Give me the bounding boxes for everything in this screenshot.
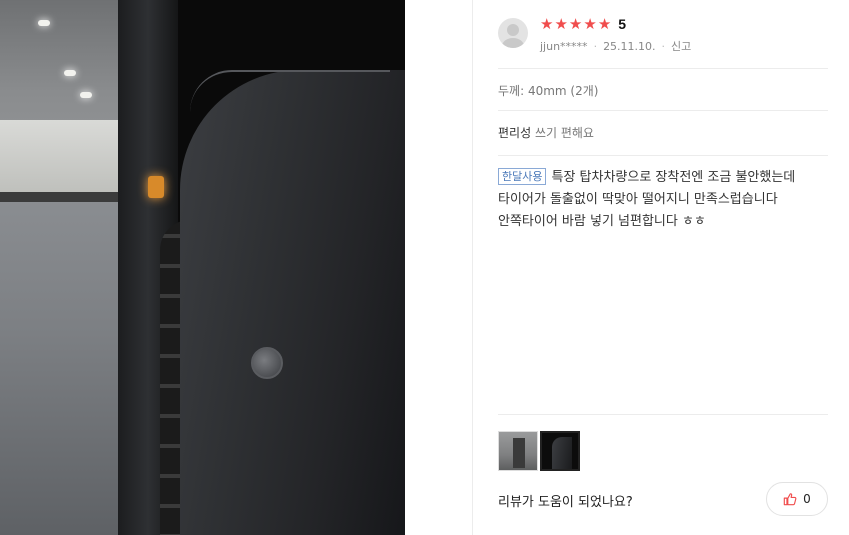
avatar (498, 18, 528, 48)
helpful-question: 리뷰가 도움이 되었나요? (498, 495, 633, 510)
meta-separator: · (661, 39, 666, 53)
review-line: 타이어가 돌출없이 딱맞아 떨어지니 만족스럽습니다 (498, 192, 778, 207)
divider (498, 110, 828, 111)
divider (498, 414, 828, 415)
thumbs-up-icon (783, 493, 797, 506)
review-photo[interactable] (0, 0, 405, 535)
review-line: 안쪽타이어 바람 넣기 넘편합니다 ㅎㅎ (498, 214, 706, 229)
report-link[interactable]: 신고 (671, 38, 691, 54)
review-date: 25.11.10. (603, 39, 656, 53)
star-icon: ★ (554, 15, 568, 33)
star-rating: ★ ★ ★ ★ ★ 5 (540, 15, 626, 33)
review-panel: ★ ★ ★ ★ ★ 5 jjun***** · 25.11.10. · 신고 두… (498, 0, 828, 535)
photo-thumbnail[interactable] (498, 431, 538, 471)
attribute-value: 40mm (2개) (527, 84, 599, 98)
usage-badge: 한달사용 (498, 168, 547, 185)
attribute-key: 두께: (498, 84, 525, 98)
review-line: 한달사용 특장 탑차차량으로 장착전엔 조금 불안했는데 (498, 167, 828, 189)
divider (498, 68, 828, 69)
ceiling-light (64, 70, 76, 76)
review-text: 한달사용 특장 탑차차량으로 장착전엔 조금 불안했는데 타이어가 돌출없이 딱맞… (498, 167, 828, 233)
reviewer-name: jjun***** (540, 39, 588, 53)
panel-divider (472, 0, 473, 535)
star-icon: ★ (597, 15, 612, 33)
like-button[interactable]: 0 (766, 482, 828, 516)
photo-mudguard (180, 70, 405, 535)
attribute-convenience: 편리성 쓰기 편해요 (498, 124, 594, 141)
attribute-thickness: 두께: 40mm (2개) (498, 82, 598, 99)
photo-bolt (251, 347, 283, 379)
photo-thumbnail-selected[interactable] (540, 431, 580, 471)
meta-separator: · (593, 39, 598, 53)
attribute-value: 쓰기 편해요 (534, 126, 594, 140)
divider (498, 155, 828, 156)
star-icon: ★ (540, 15, 554, 33)
star-icon: ★ (568, 15, 583, 33)
like-count: 0 (803, 492, 811, 506)
ceiling-light (38, 20, 50, 26)
photo-marker-light (148, 176, 164, 198)
attribute-key: 편리성 (498, 126, 532, 140)
review-meta: jjun***** · 25.11.10. · 신고 (540, 38, 691, 54)
photo-thumbnails (498, 431, 580, 471)
photo-truck (0, 120, 125, 202)
star-icon: ★ (583, 15, 597, 33)
rating-value: 5 (618, 16, 627, 32)
review-line-text: 특장 탑차차량으로 장착전엔 조금 불안했는데 (551, 170, 796, 185)
ceiling-light (80, 92, 92, 98)
